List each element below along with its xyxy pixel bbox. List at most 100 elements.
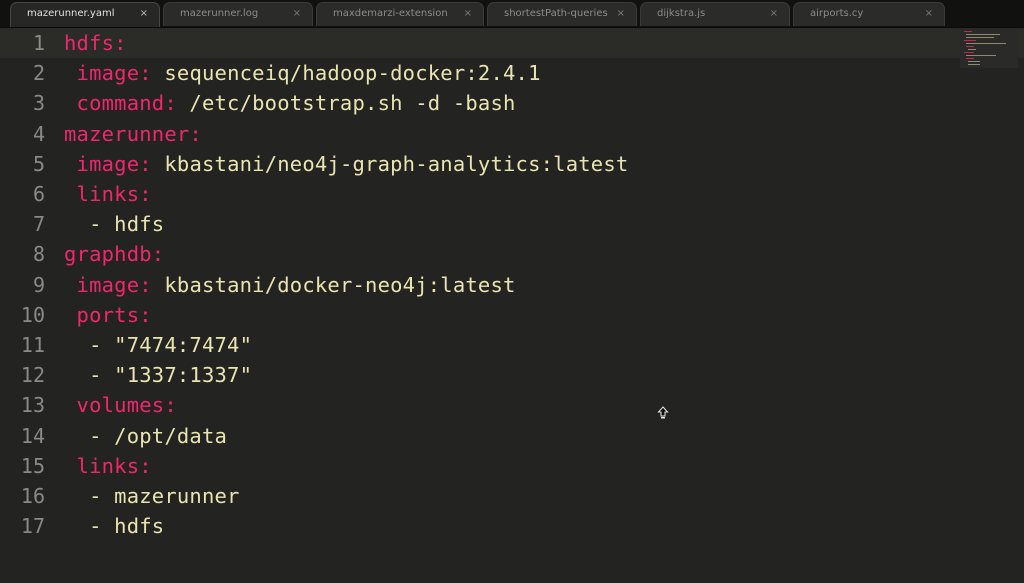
yaml-value: sequenceiq/hadoop-docker:2.4.1 [151, 61, 541, 86]
minimap-line [966, 34, 1000, 35]
line-number: 5 [32, 151, 45, 176]
code-line: 2 image: sequenceiq/hadoop-docker:2.4.1 [0, 58, 960, 88]
code-line: 3 command: /etc/bootstrap.sh -d -bash [0, 88, 960, 118]
tab-label: mazerunner.log [180, 8, 259, 19]
yaml-value: - hdfs [89, 514, 165, 539]
tab-close-icon[interactable]: × [770, 3, 778, 25]
code-line: 6 links: [0, 179, 960, 209]
tab-label: mazerunner.yaml [27, 8, 115, 19]
line-number: 13 [20, 393, 45, 418]
minimap-line [968, 64, 980, 65]
code-text: links: [64, 179, 152, 209]
yaml-value: - /opt/data [89, 423, 228, 448]
line-number: 2 [32, 61, 45, 86]
line-number: 14 [20, 423, 45, 448]
line-number: 17 [20, 514, 45, 539]
yaml-value: - "7474:7474" [89, 333, 253, 357]
yaml-value: - hdfs [89, 212, 165, 237]
code-text: volumes: [64, 390, 177, 420]
yaml-value: - mazerunner [89, 484, 240, 508]
code-line: 7 - hdfs [0, 209, 960, 239]
minimap-line [966, 46, 974, 47]
yaml-key: hdfs: [64, 31, 127, 55]
line-number: 10 [20, 302, 45, 327]
minimap-line [966, 58, 974, 59]
yaml-key: links: [76, 453, 152, 478]
code-text: - "7474:7474" [64, 330, 252, 360]
minimap-line [966, 55, 996, 56]
minimap-line [966, 43, 1006, 44]
minimap-line [964, 52, 974, 53]
line-number: 15 [20, 453, 45, 478]
line-number: 6 [32, 182, 45, 206]
yaml-key: image: [76, 61, 152, 86]
line-number: 3 [32, 91, 45, 116]
line-number: 12 [20, 363, 45, 388]
yaml-key: ports: [76, 302, 152, 327]
yaml-key: links: [76, 182, 152, 206]
tab-label: shortestPath-queries [504, 8, 608, 19]
tab-close-icon[interactable]: × [617, 3, 625, 25]
tab-4[interactable]: dijkstra.js × [640, 2, 790, 26]
line-number: 9 [32, 272, 45, 297]
code-line: 10 ports: [0, 300, 960, 330]
tab-close-icon[interactable]: × [925, 3, 933, 25]
code-text: image: sequenceiq/hadoop-docker:2.4.1 [64, 58, 541, 88]
code-text: command: /etc/bootstrap.sh -d -bash [64, 88, 516, 118]
code-text: - hdfs [64, 209, 164, 239]
minimap-line [968, 61, 980, 62]
line-number: 16 [20, 484, 45, 508]
yaml-value: kbastani/neo4j-graph-analytics:latest [151, 151, 629, 176]
tab-0[interactable]: mazerunner.yaml × [10, 2, 160, 27]
code-line: 9 image: kbastani/docker-neo4j:latest [0, 270, 960, 300]
line-number: 7 [32, 212, 45, 237]
tab-5[interactable]: airports.cy × [793, 2, 945, 26]
code-editor[interactable]: 1 hdfs: 2 image: sequenceiq/hadoop-docker:… [0, 28, 1024, 583]
yaml-key: command: [76, 91, 177, 116]
yaml-key: graphdb: [64, 242, 165, 267]
tab-close-icon[interactable]: × [293, 3, 301, 25]
minimap-line [964, 40, 976, 41]
code-line: 13 volumes: [0, 390, 960, 420]
tab-2[interactable]: maxdemarzi-extension × [316, 2, 484, 26]
code-line: 11 - "7474:7474" [0, 330, 960, 360]
code-text: links: [64, 451, 152, 481]
code-text: graphdb: [64, 239, 164, 269]
code-line: 14 - /opt/data [0, 421, 960, 451]
tab-label: dijkstra.js [657, 8, 706, 19]
code-text: ports: [64, 300, 152, 330]
yaml-value: - "1337:1337" [89, 363, 253, 388]
code-text: - mazerunner [64, 481, 240, 511]
code-line: 15 links: [0, 451, 960, 481]
tab-label: airports.cy [810, 8, 864, 19]
tab-close-icon[interactable]: × [140, 3, 148, 25]
minimap-line [964, 31, 972, 32]
line-number: 11 [20, 333, 45, 357]
line-number: 1 [32, 31, 45, 55]
tab-1[interactable]: mazerunner.log × [163, 2, 313, 26]
code-line: 1 hdfs: [0, 28, 960, 58]
code-line: 12 - "1337:1337" [0, 360, 960, 390]
code-text: image: kbastani/neo4j-graph-analytics:la… [64, 149, 629, 179]
code-text: - /opt/data [64, 421, 227, 451]
minimap[interactable] [960, 28, 1018, 68]
yaml-key: image: [76, 272, 152, 297]
yaml-key: image: [76, 151, 152, 176]
code-text: hdfs: [64, 28, 127, 58]
code-text: - hdfs [64, 511, 164, 541]
tab-label: maxdemarzi-extension [333, 8, 448, 19]
tab-close-icon[interactable]: × [464, 3, 472, 25]
tab-3[interactable]: shortestPath-queries × [487, 2, 637, 26]
code-text: image: kbastani/docker-neo4j:latest [64, 270, 516, 300]
